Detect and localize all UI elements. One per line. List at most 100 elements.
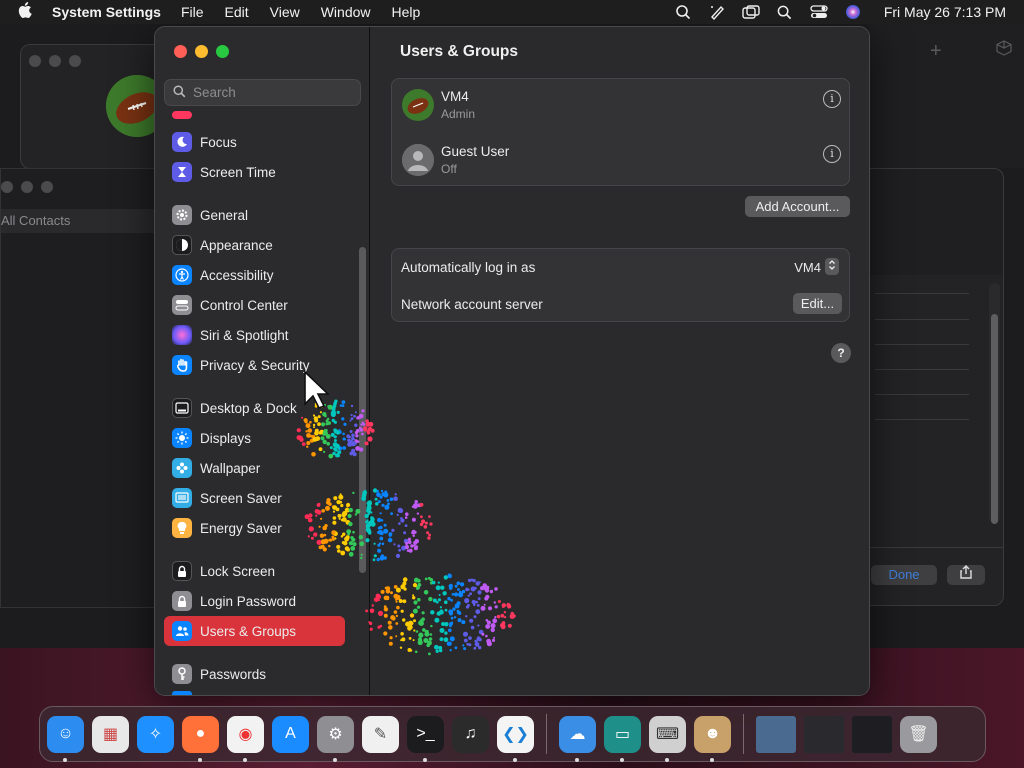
particle	[437, 598, 441, 602]
particle	[364, 513, 369, 519]
spotlight-icon[interactable]	[776, 4, 794, 20]
particle	[471, 599, 476, 605]
particle	[398, 599, 403, 603]
window-thumb-3-icon[interactable]	[852, 715, 892, 753]
particle	[372, 558, 376, 562]
sidebar-item-general[interactable]: General	[164, 200, 345, 230]
menu-app-name[interactable]: System Settings	[52, 4, 161, 20]
search-input[interactable]	[193, 85, 353, 100]
particle	[360, 553, 363, 556]
particle	[473, 615, 477, 619]
chrome-icon[interactable]: ◉	[227, 715, 264, 762]
app-store-icon[interactable]: A	[272, 715, 309, 753]
auto-login-select[interactable]: VM4	[794, 260, 821, 275]
chevron-up-down-icon[interactable]	[825, 258, 839, 275]
particle	[365, 609, 368, 613]
vscode-icon[interactable]: ❮❯	[497, 715, 534, 762]
status-windows-icon[interactable]	[742, 4, 760, 20]
particle	[447, 641, 452, 646]
sidebar-item-screen-time[interactable]: Screen Time	[164, 157, 345, 187]
status-pen-icon[interactable]	[708, 4, 726, 20]
sidebar-item-focus[interactable]: Focus	[164, 127, 345, 157]
sidebar-item-control-center[interactable]: Control Center	[164, 290, 345, 320]
menu-window[interactable]: Window	[321, 4, 371, 20]
particle	[311, 452, 316, 457]
particle	[318, 447, 323, 452]
particle	[448, 609, 454, 615]
sidebar-item-siri-spotlight[interactable]: Siri & Spotlight	[164, 320, 345, 350]
terminal-icon[interactable]: >_	[407, 715, 444, 762]
particle	[336, 410, 340, 414]
particle	[434, 617, 440, 623]
edit-button[interactable]: Edit...	[793, 293, 842, 314]
particle	[485, 634, 488, 638]
minimize-button[interactable]	[195, 45, 208, 58]
particle	[416, 587, 419, 591]
status-search-refresh-icon[interactable]	[674, 4, 692, 20]
menu-clock[interactable]: Fri May 26 7:13 PM	[884, 4, 1006, 20]
window-dot	[41, 181, 53, 193]
menu-file[interactable]: File	[181, 4, 204, 20]
particle	[428, 515, 431, 518]
window-thumb-2-icon[interactable]	[804, 715, 844, 753]
sidebar-item-partial[interactable]	[164, 691, 345, 695]
info-icon[interactable]: i	[823, 90, 841, 108]
system-settings-icon[interactable]: ⚙	[317, 715, 354, 762]
garageband-icon[interactable]: ♫	[452, 715, 489, 753]
sidebar-search[interactable]	[164, 79, 361, 106]
particle	[390, 512, 393, 515]
particle	[423, 590, 429, 595]
sidebar-item-sound-partial[interactable]	[164, 111, 345, 119]
keynote-icon[interactable]: ▭	[604, 715, 641, 762]
add-account-button[interactable]: Add Account...	[745, 196, 850, 217]
particle	[456, 610, 461, 615]
particle	[321, 422, 326, 427]
particle	[314, 509, 320, 514]
accessibility-icon	[172, 265, 192, 285]
particle	[347, 513, 352, 519]
particle	[360, 423, 363, 426]
control-center-icon[interactable]	[810, 4, 828, 20]
divider	[875, 344, 969, 345]
particle	[413, 619, 416, 623]
menu-edit[interactable]: Edit	[225, 4, 249, 20]
particle	[416, 605, 421, 609]
menu-view[interactable]: View	[270, 4, 300, 20]
particle	[337, 549, 341, 553]
weather-icon[interactable]: ☁	[559, 715, 596, 762]
contacts-icon[interactable]: ☻	[694, 715, 731, 762]
menu-help[interactable]: Help	[392, 4, 421, 20]
particle	[400, 517, 403, 520]
share-button[interactable]	[947, 565, 985, 585]
cursor-particle-trail	[296, 399, 516, 656]
info-icon[interactable]: i	[823, 145, 841, 163]
sidebar-item-label: Displays	[200, 430, 252, 446]
done-button[interactable]: Done	[871, 565, 937, 585]
window-thumb-1-icon[interactable]	[756, 715, 796, 753]
launchpad-icon[interactable]: ▦	[92, 715, 129, 753]
user-name: Guest User	[441, 144, 510, 159]
particle	[405, 512, 409, 516]
textedit-icon[interactable]: ✎	[362, 715, 399, 753]
scrollbar-thumb[interactable]	[991, 314, 998, 524]
user-row-guest[interactable]: Guest User Off i	[392, 134, 851, 189]
sidebar-item-appearance[interactable]: Appearance	[164, 230, 345, 260]
particle	[454, 646, 458, 650]
sidebar-item-accessibility[interactable]: Accessibility	[164, 260, 345, 290]
siri-icon[interactable]	[844, 4, 862, 20]
particle	[338, 494, 344, 500]
close-button[interactable]	[174, 45, 187, 58]
sidebar-item-label: Siri & Spotlight	[200, 327, 289, 343]
finder-icon[interactable]: ☺	[47, 715, 84, 762]
particle	[443, 637, 449, 643]
zoom-button[interactable]	[216, 45, 229, 58]
apple-menu-icon[interactable]	[18, 2, 36, 22]
firefox-icon[interactable]: ●	[182, 715, 219, 762]
particle	[439, 609, 444, 615]
trash-icon[interactable]: 🗑	[900, 715, 937, 753]
particle	[469, 592, 472, 596]
help-button[interactable]: ?	[831, 343, 851, 363]
safari-icon[interactable]: ✧	[137, 715, 174, 753]
keyboard-icon[interactable]: ⌨	[649, 715, 686, 762]
user-row-vm4[interactable]: VM4 Admin i	[392, 79, 851, 134]
